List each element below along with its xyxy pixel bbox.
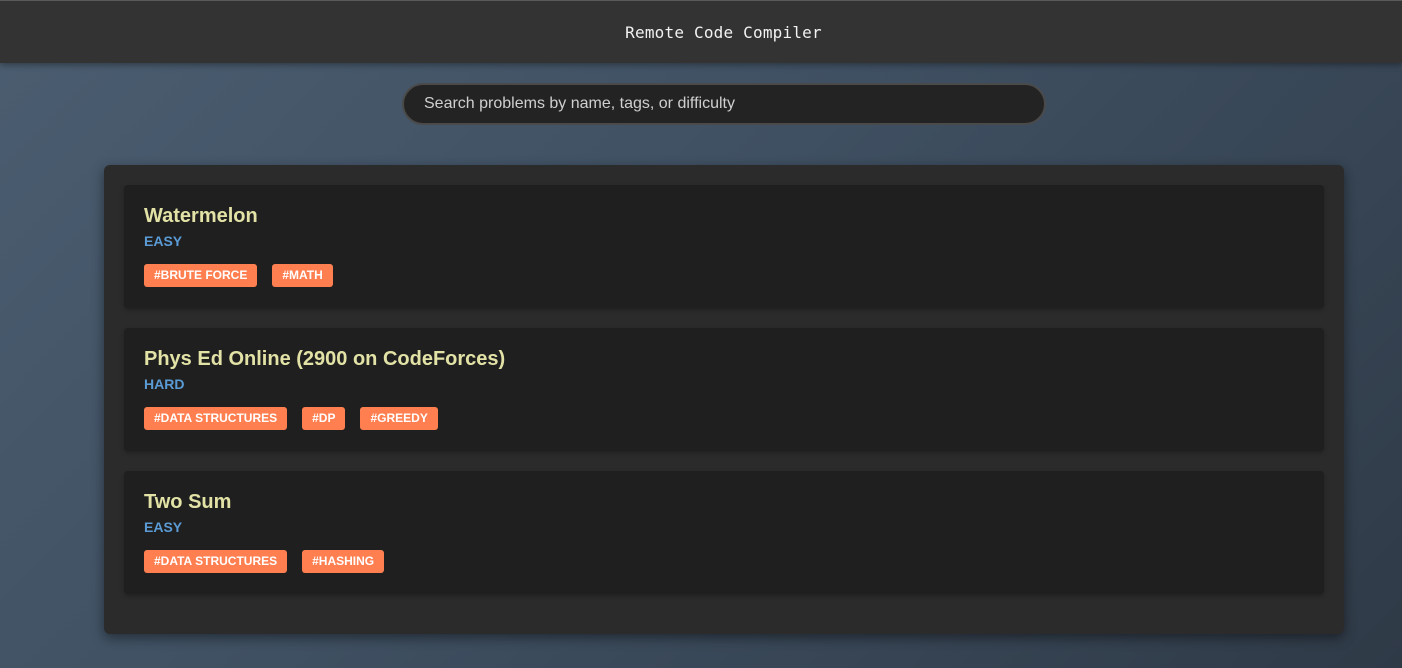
problem-title[interactable]: Watermelon [144,205,1304,227]
problem-card-phys-ed-online[interactable]: Phys Ed Online (2900 on CodeForces) HARD… [124,328,1324,451]
tag-badge: #DATA STRUCTURES [144,407,288,430]
tag-badge: #DATA STRUCTURES [144,550,288,573]
problem-title[interactable]: Two Sum [144,491,1304,513]
tag-badge: #DP [302,407,346,430]
top-bar: Remote Code Compiler [0,0,1402,63]
tag-list: #DATA STRUCTURES #HASHING [144,550,1304,573]
problem-card-two-sum[interactable]: Two Sum EASY #DATA STRUCTURES #HASHING [124,471,1324,594]
app-title: Remote Code Compiler [625,23,822,42]
tag-badge: #GREEDY [360,407,438,430]
problem-title[interactable]: Phys Ed Online (2900 on CodeForces) [144,348,1304,370]
tag-badge: #MATH [272,264,333,287]
problem-list: Watermelon EASY #BRUTE FORCE #MATH Phys … [104,165,1344,634]
problem-card-watermelon[interactable]: Watermelon EASY #BRUTE FORCE #MATH [124,185,1324,308]
search-input[interactable] [402,83,1046,125]
tag-badge: #HASHING [302,550,385,573]
tag-list: #DATA STRUCTURES #DP #GREEDY [144,407,1304,430]
difficulty-label: HARD [144,376,185,392]
difficulty-label: EASY [144,519,183,535]
tag-badge: #BRUTE FORCE [144,264,258,287]
tag-list: #BRUTE FORCE #MATH [144,264,1304,287]
search-bar [402,83,1046,125]
difficulty-label: EASY [144,233,183,249]
